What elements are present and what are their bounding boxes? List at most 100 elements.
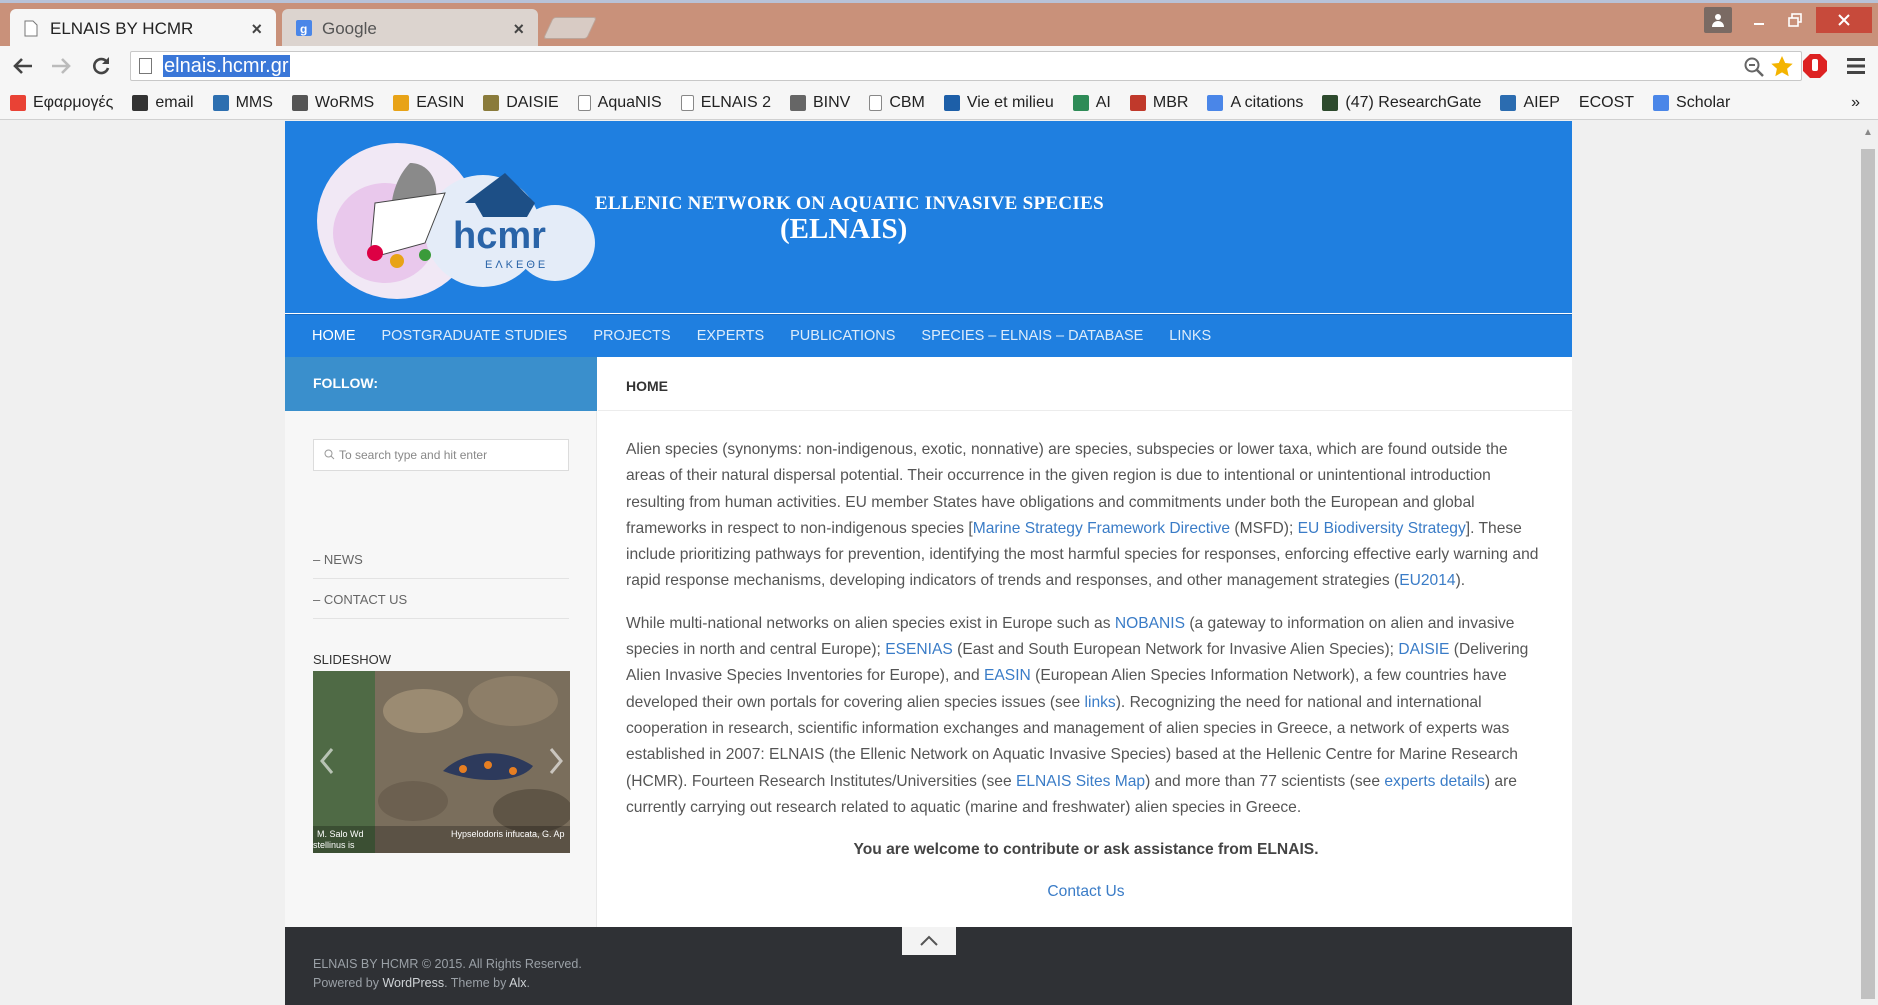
page-icon [577, 94, 591, 111]
bookmark-item[interactable]: A citations [1207, 94, 1303, 112]
bookmark-label: ECOST [1578, 93, 1635, 111]
page-title: HOME [598, 357, 1572, 411]
eu2014-link[interactable]: EU2014 [1399, 572, 1455, 589]
tab-title: Google [322, 19, 377, 38]
text: . Theme by [444, 976, 510, 990]
site-logo[interactable]: hcmr ΕΛΚΕΘΕ [315, 143, 605, 299]
bookmark-item[interactable]: AI [1072, 93, 1111, 112]
minimize-icon[interactable] [1744, 7, 1774, 33]
bookmark-item[interactable]: WoRMS [291, 94, 374, 112]
daisie-icon [483, 94, 500, 111]
zoom-icon[interactable] [1743, 56, 1765, 83]
adblock-icon[interactable] [1800, 52, 1830, 80]
bookmark-item[interactable]: ECOST [1579, 94, 1634, 112]
close-tab-icon[interactable]: × [251, 19, 262, 40]
bookmark-label: MBR [1152, 93, 1189, 111]
nav-experts[interactable]: EXPERTS [697, 328, 764, 344]
restore-icon[interactable] [1780, 7, 1810, 33]
nav-species-database[interactable]: SPECIES – ELNAIS – DATABASE [921, 328, 1143, 344]
bookmark-item[interactable]: Εφαρμογές [10, 94, 113, 112]
experts-details-link[interactable]: experts details [1384, 773, 1485, 790]
bookmark-label: email [155, 93, 194, 111]
bookmark-item[interactable]: Vie et milieu [943, 93, 1054, 112]
bookmark-item[interactable]: (47) ResearchGate [1322, 94, 1481, 112]
scrollbar-thumb[interactable] [1861, 149, 1875, 999]
bookmark-item[interactable]: AquaNIS [577, 94, 662, 112]
back-to-top-button[interactable] [902, 927, 956, 955]
bookmark-item[interactable]: Scholar [1653, 94, 1730, 112]
theme-author-link[interactable]: Alx [509, 976, 526, 990]
star-icon[interactable] [1769, 54, 1795, 85]
url-text[interactable]: elnais.hcmr.gr [163, 55, 290, 77]
links-link[interactable]: links [1085, 694, 1116, 711]
slide-caption-left-2: stellinus is [313, 840, 355, 850]
tab-elnais[interactable]: ELNAIS BY HCMR × [10, 9, 276, 49]
reload-icon[interactable] [86, 52, 116, 80]
bookmark-item[interactable]: ELNAIS 2 [680, 93, 771, 112]
bookmark-label: BINV [812, 93, 851, 111]
bookmark-label: ELNAIS 2 [700, 93, 771, 111]
menu-icon[interactable] [1842, 52, 1872, 80]
nav-projects[interactable]: PROJECTS [593, 328, 670, 344]
slide-next-icon[interactable] [548, 747, 564, 780]
close-window-icon[interactable] [1816, 7, 1872, 33]
search-input[interactable]: To search type and hit enter [313, 439, 569, 471]
eu-biodiversity-link[interactable]: EU Biodiversity Strategy [1298, 520, 1466, 537]
address-bar[interactable]: elnais.hcmr.gr [130, 51, 1802, 81]
footer-credits: ELNAIS BY HCMR © 2015. All Rights Reserv… [313, 955, 582, 993]
bookmark-item[interactable]: DAISIE [483, 94, 559, 112]
bookmark-item[interactable]: AIEP [1500, 93, 1560, 112]
close-tab-icon[interactable]: × [513, 19, 524, 40]
tab-title: ELNAIS BY HCMR [50, 19, 194, 38]
esenias-link[interactable]: ESENIAS [885, 641, 953, 658]
tab-google[interactable]: g Google × [282, 9, 538, 49]
bookmark-label: AIEP [1523, 93, 1560, 111]
new-tab-button[interactable] [542, 17, 598, 39]
nav-links[interactable]: LINKS [1169, 328, 1211, 344]
sidebar-item-contact-us[interactable]: – CONTACT US [313, 579, 569, 619]
bookmark-item[interactable]: BINV [789, 93, 851, 112]
nav-postgraduate-studies[interactable]: POSTGRADUATE STUDIES [382, 328, 568, 344]
back-icon[interactable] [8, 52, 38, 80]
more-bookmarks-icon[interactable]: » [1851, 94, 1860, 112]
slide-caption-right: Hypselodoris infucata, G. Ap [451, 829, 565, 839]
msfd-link[interactable]: Marine Strategy Framework Directive [973, 520, 1230, 537]
email-icon [132, 94, 149, 111]
page-viewport: hcmr ΕΛΚΕΘΕ ELLENIC NETWORK ON AQUATIC I… [0, 121, 1858, 1005]
slide-prev-icon[interactable] [319, 747, 335, 780]
main-content: Alien species (synonyms: non-indigenous,… [626, 437, 1546, 922]
bookmark-label: CBM [889, 93, 925, 111]
bookmark-label: AI [1095, 93, 1111, 111]
daisie-link[interactable]: DAISIE [1398, 641, 1449, 658]
text: (East and South European Network for Inv… [952, 641, 1399, 659]
svg-text:ΕΛΚΕΘΕ: ΕΛΚΕΘΕ [485, 259, 548, 271]
bookmark-item[interactable]: CBM [869, 94, 925, 112]
browser-toolbar: elnais.hcmr.gr [0, 46, 1878, 86]
nav-publications[interactable]: PUBLICATIONS [790, 328, 895, 344]
aiep-icon [1500, 94, 1517, 111]
bookmark-item[interactable]: email [132, 93, 194, 112]
bookmark-item[interactable]: EASIN [393, 94, 464, 112]
sidebar-item-news[interactable]: – NEWS [313, 539, 569, 579]
user-icon[interactable] [1704, 7, 1732, 33]
main-nav: HOME POSTGRADUATE STUDIES PROJECTS EXPER… [285, 314, 1572, 357]
nobanis-link[interactable]: NOBANIS [1115, 615, 1185, 632]
page-icon [139, 58, 152, 74]
text: ). [1455, 572, 1466, 590]
google-icon: g [296, 20, 312, 38]
wordpress-link[interactable]: WordPress [382, 976, 444, 990]
bookmark-label: Vie et milieu [966, 93, 1054, 111]
bookmark-label: MMS [235, 93, 273, 111]
sites-map-link[interactable]: ELNAIS Sites Map [1016, 773, 1145, 790]
forward-icon[interactable] [46, 52, 76, 80]
bookmark-item[interactable]: MMS [212, 93, 273, 112]
scrollbar[interactable]: ▲ [1858, 121, 1878, 1005]
bookmark-item[interactable]: MBR [1129, 93, 1189, 112]
site-header: hcmr ΕΛΚΕΘΕ ELLENIC NETWORK ON AQUATIC I… [285, 121, 1572, 313]
nav-home[interactable]: HOME [312, 328, 356, 344]
bookmarks-bar: Εφαρμογές email MMS WoRMS EASIN DAISIE AquaNIS… [0, 86, 1878, 120]
slideshow-image[interactable]: M. Salo Wd stellinus is Hypselodoris inf… [313, 671, 570, 853]
scroll-up-icon[interactable]: ▲ [1863, 127, 1873, 138]
contact-us-link[interactable]: Contact Us [1047, 883, 1124, 900]
easin-link[interactable]: EASIN [984, 667, 1031, 684]
